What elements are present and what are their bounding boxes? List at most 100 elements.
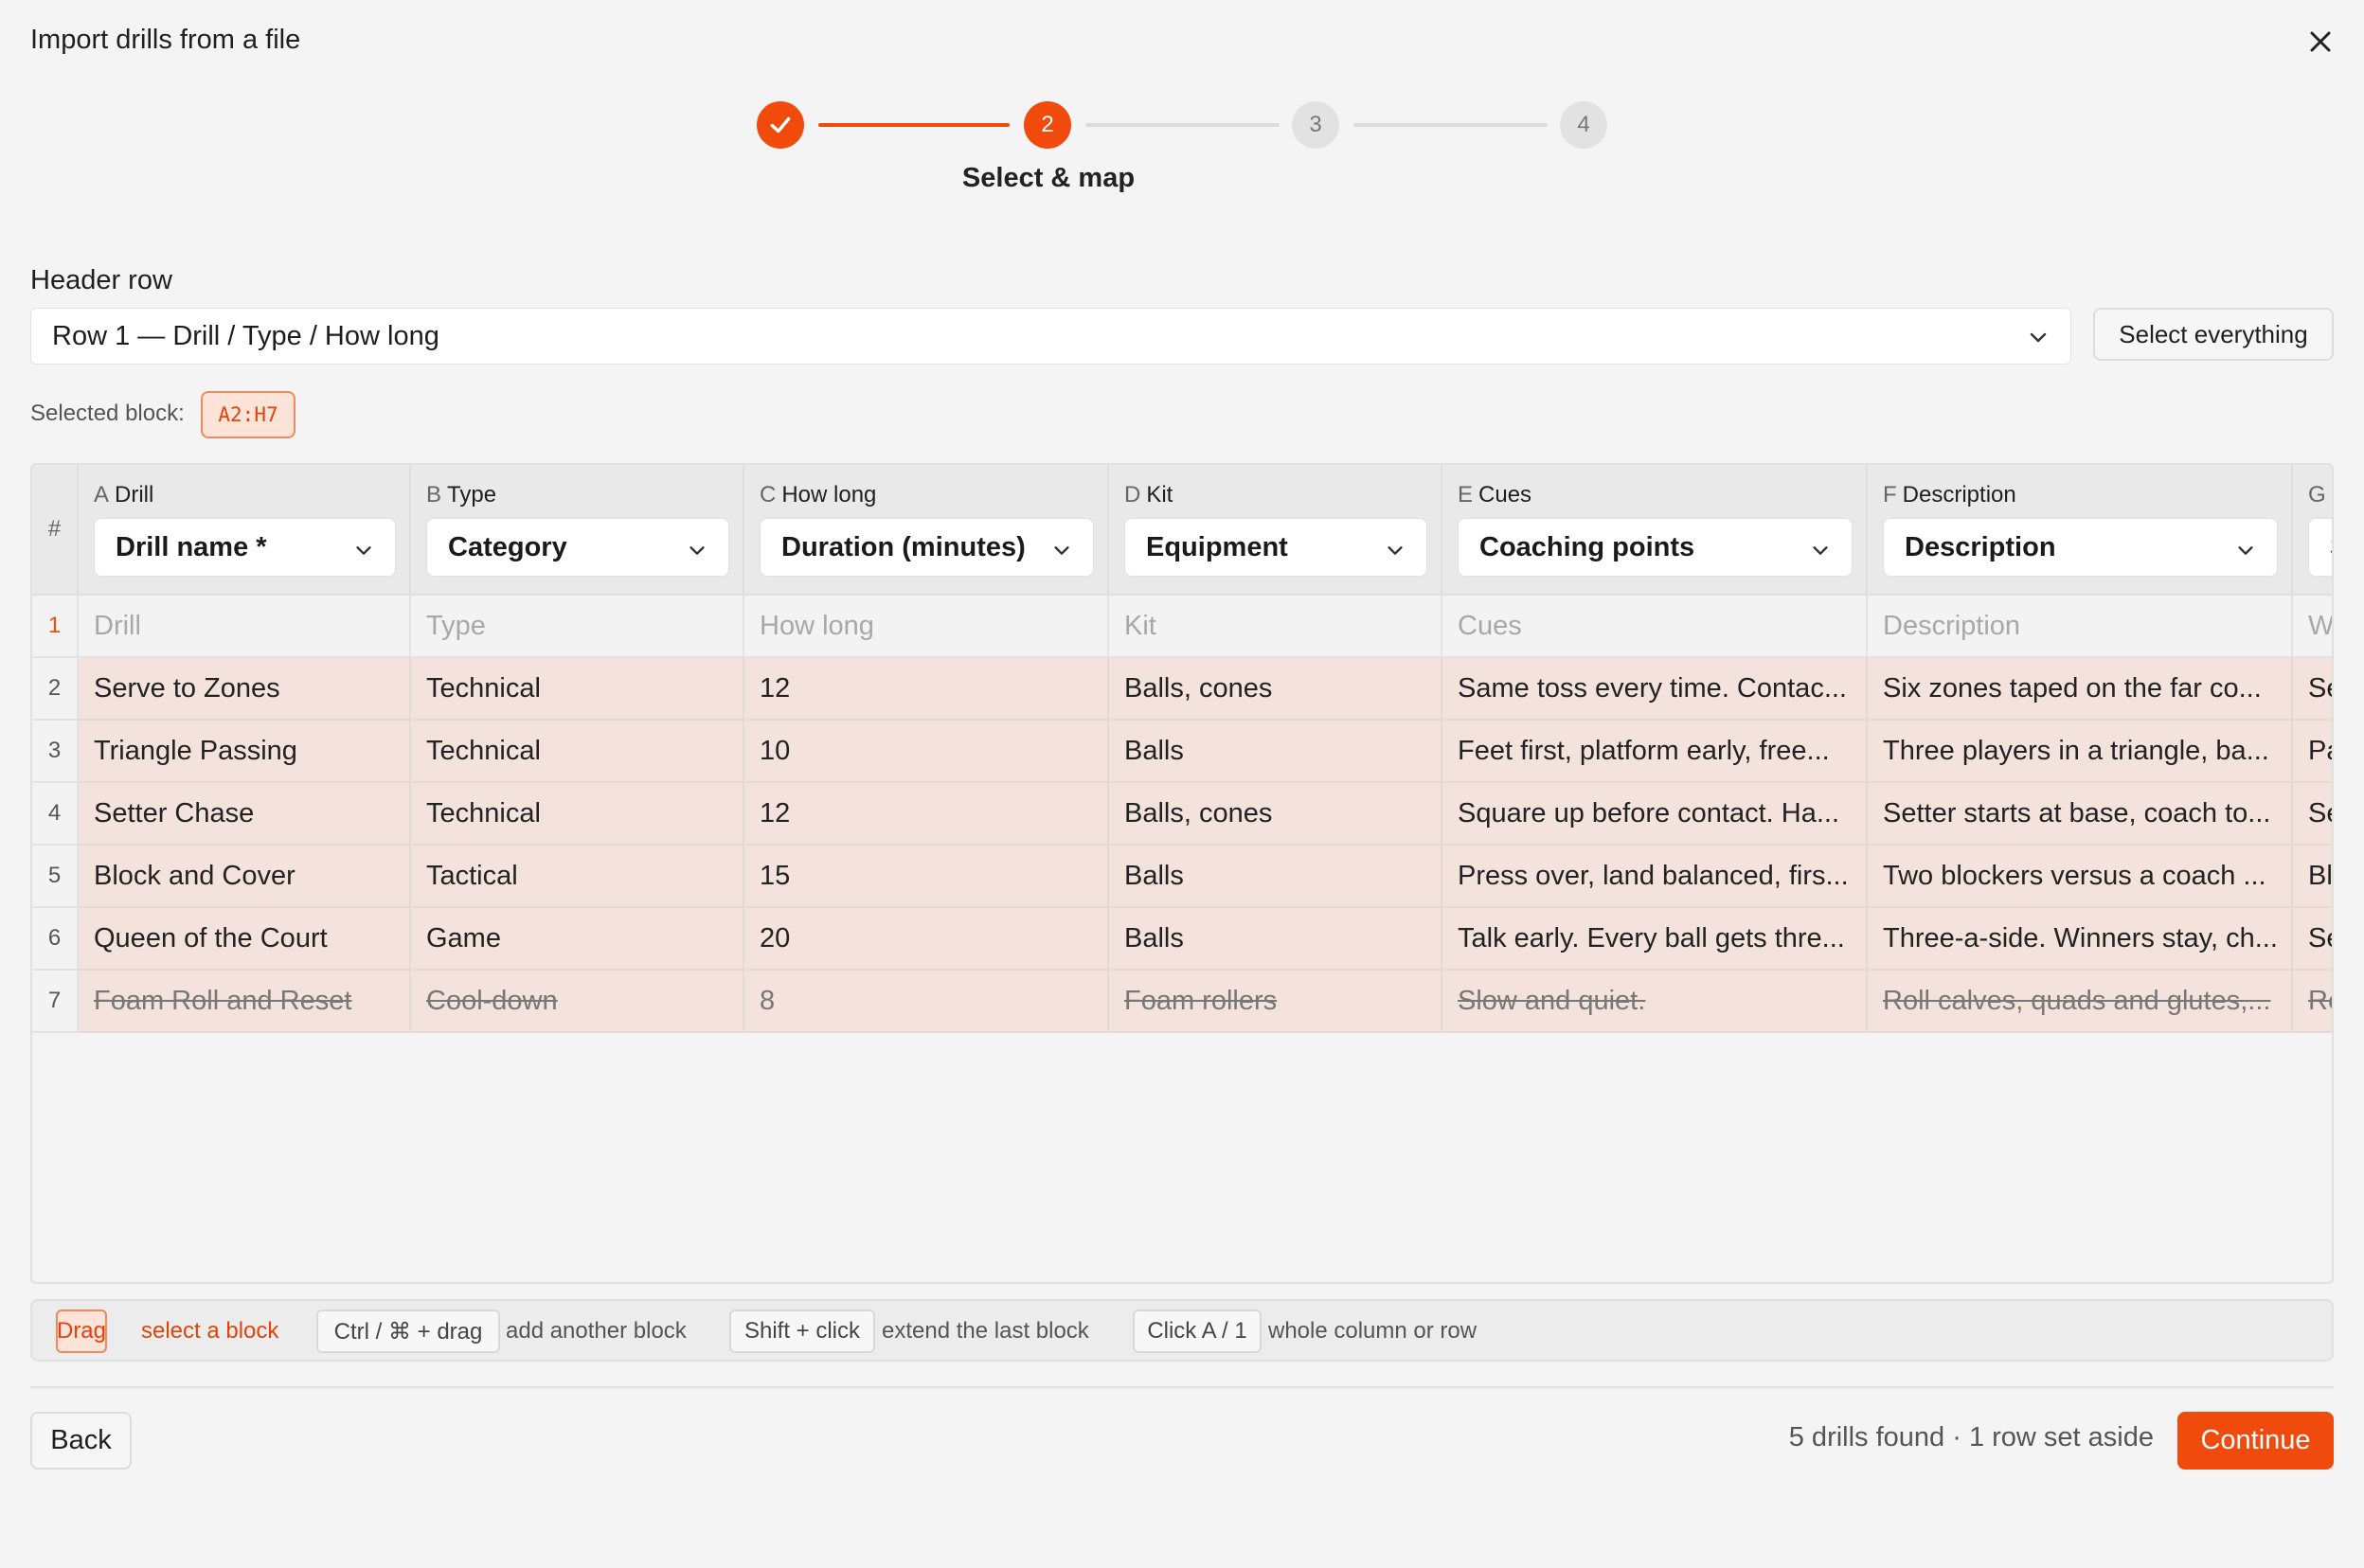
table-cell[interactable]: Type xyxy=(411,596,744,658)
import-summary: 5 drills found · 1 row set aside xyxy=(1788,1422,2154,1452)
table-cell[interactable]: Cool-down xyxy=(411,971,744,1033)
column-source-name: How long xyxy=(781,482,877,508)
table-cell[interactable]: 8 xyxy=(744,971,1109,1033)
table-cell[interactable]: Technical xyxy=(411,658,744,721)
row-number[interactable]: 4 xyxy=(32,783,79,846)
close-button[interactable] xyxy=(2301,23,2339,61)
table-row[interactable]: 4 Setter Chase Technical 12 Balls, cones Squa… xyxy=(32,783,2332,846)
table-cell[interactable]: W xyxy=(2293,596,2332,658)
table-cell[interactable]: Six zones taped on the far co... xyxy=(1868,658,2293,721)
table-cell[interactable]: Balls xyxy=(1109,721,1442,783)
column-source-name: Type xyxy=(447,482,497,508)
table-row[interactable]: 5 Block and Cover Tactical 15 Balls Press ove… xyxy=(32,846,2332,908)
row-number[interactable]: 5 xyxy=(32,846,79,908)
row-number[interactable]: 1 xyxy=(32,596,79,658)
column-caption: B Type xyxy=(426,482,496,508)
row-number[interactable]: 6 xyxy=(32,908,79,971)
column-mapping-select[interactable]: Category xyxy=(426,518,729,577)
table-cell[interactable]: Roll calves, quads and glutes,... xyxy=(1868,971,2293,1033)
table-cell[interactable]: Pa xyxy=(2293,721,2332,783)
table-cell[interactable]: Technical xyxy=(411,783,744,846)
table-cell[interactable]: Three-a-side. Winners stay, ch... xyxy=(1868,908,2293,971)
row-number[interactable]: 3 xyxy=(32,721,79,783)
back-button[interactable]: Back xyxy=(30,1412,132,1470)
row-number[interactable]: 7 xyxy=(32,971,79,1033)
table-cell[interactable]: Balls xyxy=(1109,908,1442,971)
header-row-select[interactable]: Row 1 — Drill / Type / How long xyxy=(30,308,2071,365)
table-row[interactable]: 2 Serve to Zones Technical 12 Balls, cones Sa… xyxy=(32,658,2332,721)
table-cell[interactable]: Serve to Zones xyxy=(79,658,411,721)
table-cell[interactable]: Bl xyxy=(2293,846,2332,908)
table-cell[interactable]: Three players in a triangle, ba... xyxy=(1868,721,2293,783)
table-cell[interactable]: Cues xyxy=(1442,596,1868,658)
table-cell[interactable]: Setter starts at base, coach to... xyxy=(1868,783,2293,846)
column-mapping-select[interactable]: Duration (minutes) xyxy=(760,518,1094,577)
header-data-row[interactable]: 1 Drill Type How long Kit Cues Description W xyxy=(32,596,2332,658)
table-cell[interactable]: Foam rollers xyxy=(1109,971,1442,1033)
column-caption: D Kit xyxy=(1124,482,1173,508)
column-letter: E xyxy=(1458,482,1474,508)
table-row[interactable]: 3 Triangle Passing Technical 10 Balls Feet fi… xyxy=(32,721,2332,783)
row-number[interactable]: 2 xyxy=(32,658,79,721)
table-cell[interactable]: 12 xyxy=(744,783,1109,846)
column-header-e[interactable]: E Cues Coaching points xyxy=(1442,465,1868,596)
column-mapping-select[interactable]: Equipment xyxy=(1124,518,1427,577)
hint-text-ctrl-drag: add another block xyxy=(506,1318,687,1344)
selected-block-label: Selected block: xyxy=(30,401,185,426)
table-cell[interactable]: Tactical xyxy=(411,846,744,908)
select-everything-button[interactable]: Select everything xyxy=(2093,308,2334,361)
table-row[interactable]: 7 Foam Roll and Reset Cool-down 8 Foam rolle… xyxy=(32,971,2332,1033)
column-mapping-select[interactable]: Coaching points xyxy=(1458,518,1853,577)
column-header-g[interactable]: GS xyxy=(2293,465,2332,596)
table-cell[interactable]: Drill xyxy=(79,596,411,658)
table-cell[interactable]: 10 xyxy=(744,721,1109,783)
column-letter: C xyxy=(760,482,777,508)
column-mapping-select[interactable]: Description xyxy=(1883,518,2278,577)
table-cell[interactable]: Triangle Passing xyxy=(79,721,411,783)
table-cell[interactable]: Se xyxy=(2293,908,2332,971)
chevron-down-icon xyxy=(1054,546,1069,555)
step-1-complete xyxy=(757,101,804,149)
table-cell[interactable]: Technical xyxy=(411,721,744,783)
table-cell[interactable]: Press over, land balanced, firs... xyxy=(1442,846,1868,908)
table-cell[interactable]: Queen of the Court xyxy=(79,908,411,971)
header-row-label: Header row xyxy=(30,265,172,295)
table-cell[interactable]: Foam Roll and Reset xyxy=(79,971,411,1033)
table-row[interactable]: 6 Queen of the Court Game 20 Balls Talk early… xyxy=(32,908,2332,971)
table-cell[interactable]: Feet first, platform early, free... xyxy=(1442,721,1868,783)
table-cell[interactable]: 20 xyxy=(744,908,1109,971)
column-mapping-select[interactable]: Drill name * xyxy=(94,518,396,577)
table-cell[interactable]: Description xyxy=(1868,596,2293,658)
table-cell[interactable]: Balls, cones xyxy=(1109,783,1442,846)
table-cell[interactable]: Block and Cover xyxy=(79,846,411,908)
table-cell[interactable]: 12 xyxy=(744,658,1109,721)
column-header-d[interactable]: D Kit Equipment xyxy=(1109,465,1442,596)
table-cell[interactable]: Two blockers versus a coach ... xyxy=(1868,846,2293,908)
column-header-b[interactable]: B Type Category xyxy=(411,465,744,596)
table-cell[interactable]: Talk early. Every ball gets thre... xyxy=(1442,908,1868,971)
chevron-down-icon xyxy=(2238,546,2253,555)
spreadsheet-grid[interactable]: # A Drill Drill name * B Type Category C How lo… xyxy=(30,463,2334,1284)
table-cell[interactable]: Game xyxy=(411,908,744,971)
column-header-a[interactable]: A Drill Drill name * xyxy=(79,465,411,596)
column-header-f[interactable]: F Description Description xyxy=(1868,465,2293,596)
table-cell[interactable]: Slow and quiet. xyxy=(1442,971,1868,1033)
column-mapping-value: Drill name * xyxy=(116,531,267,562)
table-cell[interactable]: Square up before contact. Ha... xyxy=(1442,783,1868,846)
column-header-c[interactable]: C How long Duration (minutes) xyxy=(744,465,1109,596)
table-cell[interactable]: Balls, cones xyxy=(1109,658,1442,721)
column-mapping-select[interactable]: S xyxy=(2308,518,2332,577)
table-cell[interactable]: How long xyxy=(744,596,1109,658)
table-cell[interactable]: Setter Chase xyxy=(79,783,411,846)
column-caption: G xyxy=(2308,482,2332,508)
table-cell[interactable]: Same toss every time. Contac... xyxy=(1442,658,1868,721)
table-cell[interactable]: 15 xyxy=(744,846,1109,908)
table-cell[interactable]: Kit xyxy=(1109,596,1442,658)
table-cell[interactable]: Se xyxy=(2293,658,2332,721)
table-cell[interactable]: Re xyxy=(2293,971,2332,1033)
table-cell[interactable]: Se xyxy=(2293,783,2332,846)
table-cell[interactable]: Balls xyxy=(1109,846,1442,908)
continue-button[interactable]: Continue xyxy=(2177,1412,2334,1470)
hint-key-drag: Drag xyxy=(56,1310,107,1353)
chevron-down-icon xyxy=(1813,546,1828,555)
